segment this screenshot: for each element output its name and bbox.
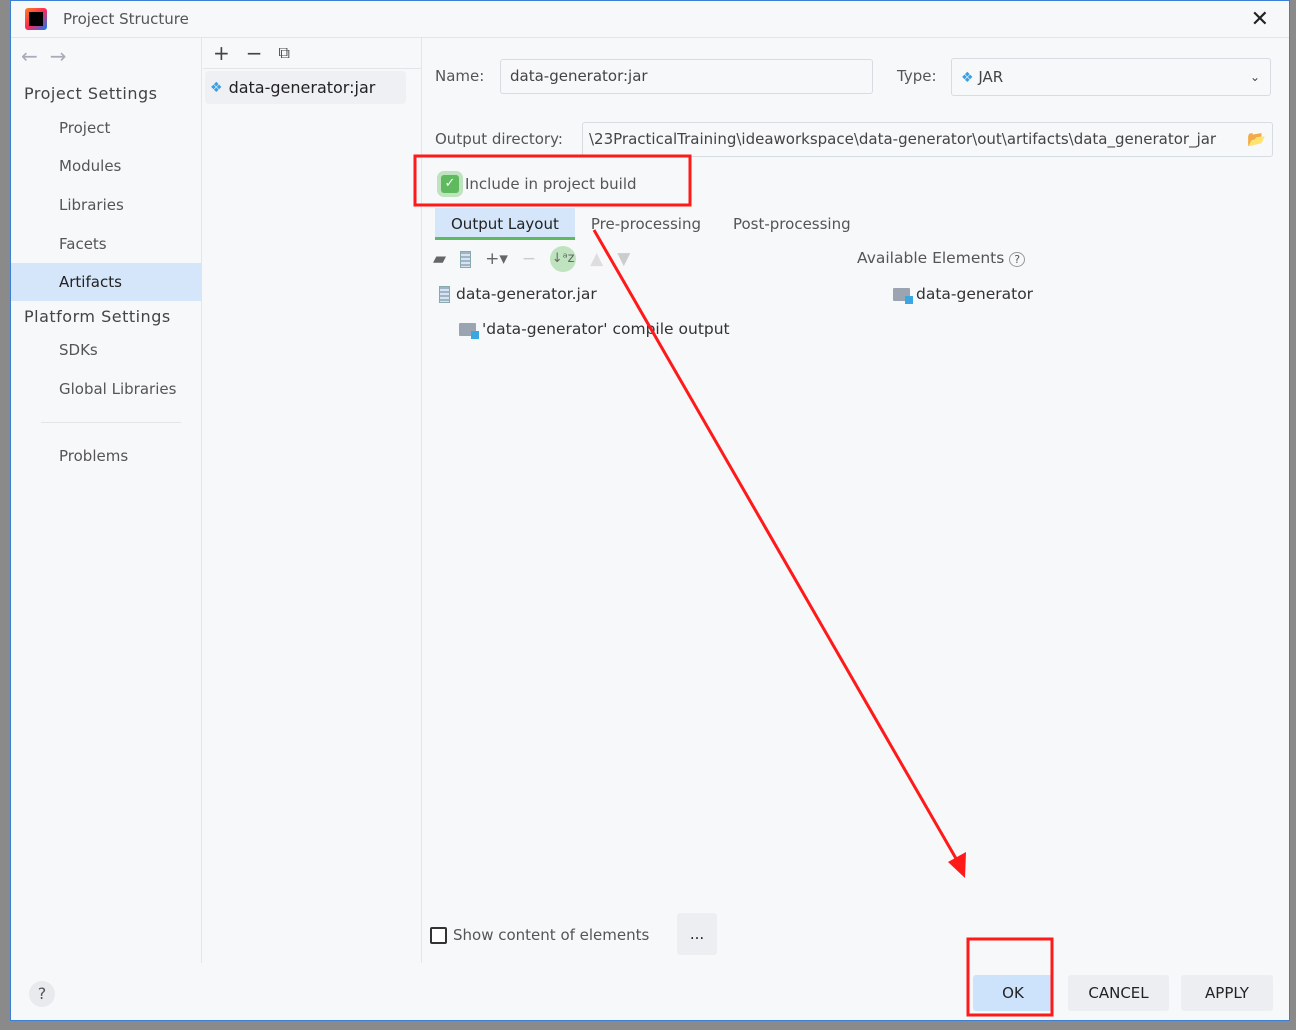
- artifact-label: data-generator:jar: [228, 78, 376, 97]
- artifacts-panel: + − ⧉ ❖ data-generator:jar: [203, 38, 422, 963]
- title-bar: Project Structure ✕: [11, 1, 1289, 38]
- include-build-label: Include in project build: [465, 175, 637, 193]
- help-button[interactable]: ?: [29, 981, 55, 1007]
- artifact-details: Name: data-generator:jar Type: ❖ JAR ⌄ O…: [423, 38, 1289, 963]
- name-label: Name:: [435, 67, 485, 85]
- move-down-icon[interactable]: ▼: [617, 249, 630, 269]
- sidebar-item-project[interactable]: Project: [11, 109, 202, 147]
- help-circle-icon[interactable]: ?: [1009, 252, 1026, 267]
- close-icon[interactable]: ✕: [1251, 7, 1269, 32]
- include-build-checkbox[interactable]: ✓ Include in project build: [441, 175, 637, 193]
- apply-button[interactable]: APPLY: [1181, 975, 1273, 1011]
- folder-open-icon[interactable]: 📂: [1247, 123, 1266, 156]
- intellij-logo-icon: [25, 8, 47, 30]
- sidebar-item-facets[interactable]: Facets: [11, 225, 202, 263]
- tree-item-jar[interactable]: data-generator.jar: [439, 285, 597, 303]
- show-content-options-button[interactable]: ...: [677, 913, 717, 955]
- add-dropdown-icon[interactable]: +▾: [485, 249, 508, 269]
- tree-item-label: data-generator.jar: [456, 285, 597, 303]
- artifact-icon: ❖: [210, 79, 223, 96]
- available-item-label: data-generator: [916, 285, 1034, 303]
- module-folder-icon: [459, 322, 479, 339]
- remove-icon[interactable]: −: [246, 41, 263, 65]
- sidebar-item-sdks[interactable]: SDKs: [11, 331, 202, 369]
- chevron-down-icon: ⌄: [1249, 70, 1260, 84]
- checkbox-unchecked-icon: [430, 926, 447, 944]
- sidebar-item-libraries[interactable]: Libraries: [11, 186, 202, 224]
- output-dir-value: \23PracticalTraining\ideaworkspace\data-…: [589, 130, 1217, 148]
- copy-icon[interactable]: ⧉: [279, 43, 290, 63]
- name-input[interactable]: data-generator:jar: [500, 59, 873, 94]
- project-structure-dialog: Project Structure ✕ ←→ Project Settings …: [10, 0, 1290, 1021]
- new-directory-icon[interactable]: ▰: [433, 249, 446, 269]
- back-icon[interactable]: ←: [21, 44, 50, 68]
- cancel-button[interactable]: CANCEL: [1068, 975, 1169, 1011]
- divider: [41, 422, 181, 423]
- sort-icon[interactable]: ↓ᵃz: [550, 246, 577, 272]
- jar-icon: ❖: [961, 70, 974, 86]
- artifact-list-item[interactable]: ❖ data-generator:jar: [205, 71, 406, 104]
- checkbox-checked-icon: ✓: [441, 175, 459, 193]
- type-value: JAR: [978, 68, 1004, 86]
- show-content-checkbox[interactable]: Show content of elements: [430, 926, 649, 944]
- show-content-label: Show content of elements: [453, 926, 650, 944]
- module-folder-icon: [893, 287, 913, 304]
- window-title: Project Structure: [63, 10, 189, 28]
- output-dir-label: Output directory:: [435, 130, 563, 148]
- section-project-settings: Project Settings: [24, 84, 158, 103]
- jar-file-icon: [439, 285, 450, 303]
- section-platform-settings: Platform Settings: [24, 307, 171, 326]
- type-select[interactable]: ❖ JAR ⌄: [951, 58, 1271, 96]
- forward-icon[interactable]: →: [50, 44, 79, 68]
- output-dir-input[interactable]: \23PracticalTraining\ideaworkspace\data-…: [582, 122, 1273, 157]
- sidebar-item-problems[interactable]: Problems: [11, 437, 202, 475]
- tree-item-label: 'data-generator' compile output: [482, 320, 730, 338]
- sidebar: ←→ Project Settings Project Modules Libr…: [11, 38, 202, 963]
- layout-toolbar: ▰ +▾ − ↓ᵃz ▲ ▼: [433, 246, 630, 272]
- tree-item-compile-output[interactable]: 'data-generator' compile output: [459, 320, 730, 339]
- archive-icon[interactable]: [460, 250, 472, 268]
- remove-icon[interactable]: −: [522, 249, 536, 269]
- sidebar-item-artifacts[interactable]: Artifacts: [11, 263, 202, 301]
- tab-bar: Output Layout Pre-processing Post-proces…: [435, 208, 867, 240]
- available-item-data-generator[interactable]: data-generator: [893, 285, 1034, 304]
- ok-button[interactable]: OK: [973, 975, 1053, 1011]
- type-label: Type:: [897, 67, 937, 85]
- sidebar-item-modules[interactable]: Modules: [11, 147, 202, 185]
- available-elements-label: Available Elements ?: [857, 249, 1026, 267]
- tab-post-processing[interactable]: Post-processing: [717, 208, 867, 240]
- sidebar-item-global-libraries[interactable]: Global Libraries: [11, 370, 202, 408]
- tab-pre-processing[interactable]: Pre-processing: [575, 208, 717, 240]
- tab-output-layout[interactable]: Output Layout: [435, 208, 575, 240]
- move-up-icon[interactable]: ▲: [590, 249, 603, 269]
- add-icon[interactable]: +: [213, 41, 230, 65]
